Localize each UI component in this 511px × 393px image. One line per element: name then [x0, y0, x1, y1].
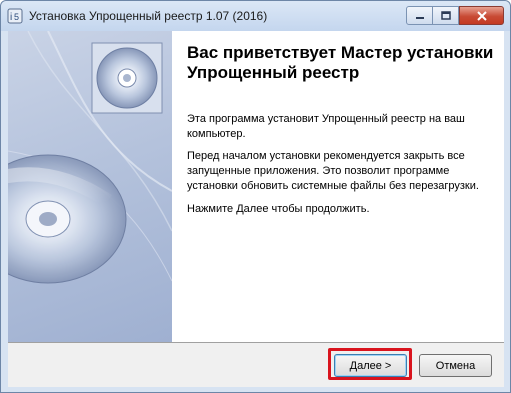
maximize-icon [440, 11, 451, 20]
intro-paragraph: Эта программа установит Упрощенный реест… [187, 113, 465, 140]
installer-window: i 5 Установка Упрощенный реестр 1.07 (20… [0, 0, 511, 393]
minimize-button[interactable] [406, 6, 433, 25]
maximize-button[interactable] [433, 6, 459, 25]
continue-instruction: Нажмите Далее чтобы продолжить. [187, 203, 370, 215]
setup-disc-banner [8, 31, 172, 342]
setup-app-icon: i 5 [7, 8, 23, 24]
button-bar: Далее > Отмена [8, 343, 504, 387]
close-icon [476, 10, 487, 21]
recommendation-paragraph: Перед началом установки рекомендуется за… [187, 150, 479, 192]
title-bar[interactable]: i 5 Установка Упрощенный реестр 1.07 (20… [1, 1, 510, 31]
svg-text:5: 5 [14, 12, 19, 22]
wizard-client-area: Вас приветствует Мастер установки Упроще… [8, 31, 504, 387]
window-title: Установка Упрощенный реестр 1.07 (2016) [29, 9, 268, 23]
disc-banner-graphic [8, 31, 172, 284]
cancel-button[interactable]: Отмена [419, 354, 492, 377]
close-button[interactable] [459, 6, 504, 25]
minimize-icon [415, 16, 424, 19]
next-button[interactable]: Далее > [334, 354, 407, 377]
wizard-heading: Вас приветствует Мастер установки Упроще… [187, 43, 494, 82]
svg-text:i: i [10, 12, 12, 23]
